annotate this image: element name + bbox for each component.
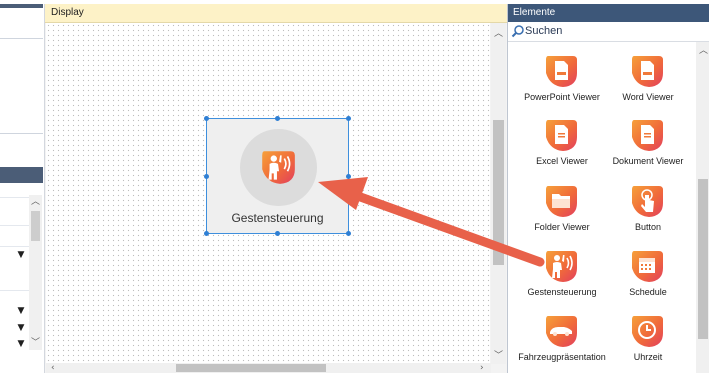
resize-handle[interactable] xyxy=(275,116,280,121)
car-icon xyxy=(546,316,577,347)
element-label: Word Viewer xyxy=(622,92,674,102)
left-panel-section-header xyxy=(0,167,43,183)
property-row[interactable] xyxy=(0,246,29,247)
elements-scrollbar[interactable]: ︿ xyxy=(696,42,709,373)
display-title: Display xyxy=(51,7,84,18)
search-placeholder: Suchen xyxy=(525,25,563,37)
resize-handle[interactable] xyxy=(346,174,351,179)
left-panel-scrollbar[interactable]: ︿ ﹀ xyxy=(29,195,42,350)
property-row[interactable] xyxy=(0,197,29,198)
element-label: PowerPoint Viewer xyxy=(524,92,600,102)
element-tile-word[interactable]: Word Viewer xyxy=(608,52,688,116)
resize-handle[interactable] xyxy=(204,231,209,236)
scroll-left-icon[interactable]: ‹ xyxy=(51,362,55,374)
document-file-icon xyxy=(632,120,663,151)
elements-panel: Elemente Suchen PowerPoint Viewer Word V… xyxy=(507,4,709,373)
element-label: Fahrzeugpräsentation xyxy=(518,352,606,362)
folder-icon xyxy=(546,186,577,217)
left-panel-divider xyxy=(0,38,43,39)
element-label: Uhrzeit xyxy=(633,352,663,362)
elements-search-field[interactable]: Suchen xyxy=(508,23,709,42)
scroll-down-icon[interactable]: ﹀ xyxy=(29,336,42,350)
left-panel-title-bar xyxy=(0,4,43,8)
gesture-hand-icon xyxy=(546,251,577,282)
scroll-right-icon[interactable]: › xyxy=(480,362,484,374)
gesture-hand-icon xyxy=(262,151,295,184)
touch-button-icon xyxy=(632,186,663,217)
element-tile-dokument[interactable]: Dokument Viewer xyxy=(608,116,688,180)
scrollbar-thumb[interactable] xyxy=(176,364,326,372)
property-row[interactable] xyxy=(0,290,29,291)
scroll-up-icon[interactable]: ︿ xyxy=(29,195,42,209)
element-label: Button xyxy=(634,222,662,232)
scroll-up-icon[interactable]: ︿ xyxy=(699,45,708,57)
element-tile-schedule[interactable]: Schedule xyxy=(608,247,688,311)
resize-handle[interactable] xyxy=(346,231,351,236)
dropdown-chevron-icon[interactable]: ▼ xyxy=(14,323,28,333)
scrollbar-thumb[interactable] xyxy=(493,120,504,265)
element-label: Dokument Viewer xyxy=(612,156,684,166)
element-tile-powerpoint[interactable]: PowerPoint Viewer xyxy=(522,52,602,116)
calendar-icon xyxy=(632,251,663,282)
display-title-bar: Display xyxy=(45,4,507,23)
display-horizontal-scrollbar[interactable]: ‹ › xyxy=(46,363,491,373)
elements-title: Elemente xyxy=(513,7,556,18)
element-label: Folder Viewer xyxy=(534,222,590,232)
element-label: Gestensteuerung xyxy=(527,287,597,297)
element-tile-gestensteuerung[interactable]: Gestensteuerung xyxy=(522,247,602,311)
elements-title-bar: Elemente xyxy=(508,4,709,22)
scroll-up-icon[interactable]: ︿ xyxy=(494,28,503,40)
clock-icon xyxy=(632,316,663,347)
gesture-control-widget[interactable]: Gestensteuerung xyxy=(204,116,351,236)
gesture-control-label: Gestensteuerung xyxy=(231,211,324,225)
element-tile-folder[interactable]: Folder Viewer xyxy=(522,182,602,246)
property-row[interactable] xyxy=(0,225,29,226)
element-label: Schedule xyxy=(629,287,667,297)
left-panel-divider xyxy=(0,133,43,134)
dropdown-chevron-icon[interactable]: ▼ xyxy=(14,306,28,316)
resize-handle[interactable] xyxy=(204,174,209,179)
resize-handle[interactable] xyxy=(346,116,351,121)
dropdown-chevron-icon[interactable]: ▼ xyxy=(14,339,28,349)
resize-handle[interactable] xyxy=(275,231,280,236)
powerpoint-file-icon xyxy=(546,56,577,87)
dropdown-chevron-icon[interactable]: ▼ xyxy=(14,250,28,260)
element-tile-fahrzeug[interactable]: Fahrzeugpräsentation xyxy=(518,312,606,376)
scrollbar-thumb[interactable] xyxy=(698,179,708,339)
element-label: Excel Viewer xyxy=(536,156,588,166)
gesture-control-circle xyxy=(240,129,317,206)
word-file-icon xyxy=(632,56,663,87)
left-properties-panel: ▼ ▼ ▼ ▼ ︿ ﹀ xyxy=(0,0,43,373)
element-tile-button[interactable]: Button xyxy=(608,182,688,246)
resize-handle[interactable] xyxy=(204,116,209,121)
element-tile-excel[interactable]: Excel Viewer xyxy=(522,116,602,180)
display-vertical-scrollbar[interactable]: ︿ ﹀ xyxy=(491,23,506,364)
search-icon xyxy=(511,25,524,38)
excel-file-icon xyxy=(546,120,577,151)
element-tile-uhrzeit[interactable]: Uhrzeit xyxy=(608,312,688,376)
scroll-down-icon[interactable]: ﹀ xyxy=(494,350,503,362)
scrollbar-thumb[interactable] xyxy=(31,211,40,241)
